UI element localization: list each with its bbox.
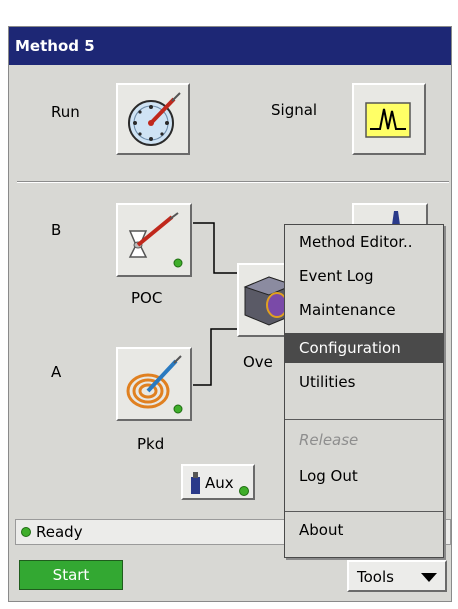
menu-item-event-log[interactable]: Event Log (285, 261, 443, 291)
tools-button[interactable]: Tools (347, 560, 447, 592)
tools-label: Tools (357, 568, 394, 586)
poc-button[interactable] (116, 203, 192, 277)
pkd-button[interactable] (116, 347, 192, 421)
channel-a-label: A (51, 363, 62, 381)
tools-menu: Method Editor.. Event Log Maintenance Co… (284, 224, 444, 558)
pkd-label: Pkd (137, 435, 165, 453)
oven-label: Ove (243, 353, 273, 371)
menu-item-log-out[interactable]: Log Out (285, 461, 443, 491)
poc-label: POC (131, 289, 163, 307)
menu-item-about[interactable]: About (285, 515, 443, 545)
menu-item-maintenance[interactable]: Maintenance (285, 295, 443, 325)
ready-status-icon (21, 527, 31, 537)
menu-separator (285, 419, 443, 420)
menu-item-release: Release (299, 431, 359, 449)
aux-bottle-icon (191, 472, 200, 494)
aux-label: Aux (205, 474, 234, 492)
status-text: Ready (36, 523, 83, 541)
aux-button[interactable]: Aux (181, 464, 255, 500)
menu-separator (285, 511, 443, 512)
poc-valve-icon (128, 212, 183, 268)
dropdown-arrow-icon (421, 573, 437, 582)
start-button[interactable]: Start (19, 560, 123, 590)
aux-status-dot (239, 486, 249, 496)
menu-item-method-editor[interactable]: Method Editor.. (285, 227, 443, 257)
channel-b-label: B (51, 221, 62, 239)
pkd-column-icon (126, 355, 183, 414)
menu-item-utilities[interactable]: Utilities (285, 367, 443, 397)
menu-item-configuration[interactable]: Configuration (285, 333, 443, 363)
